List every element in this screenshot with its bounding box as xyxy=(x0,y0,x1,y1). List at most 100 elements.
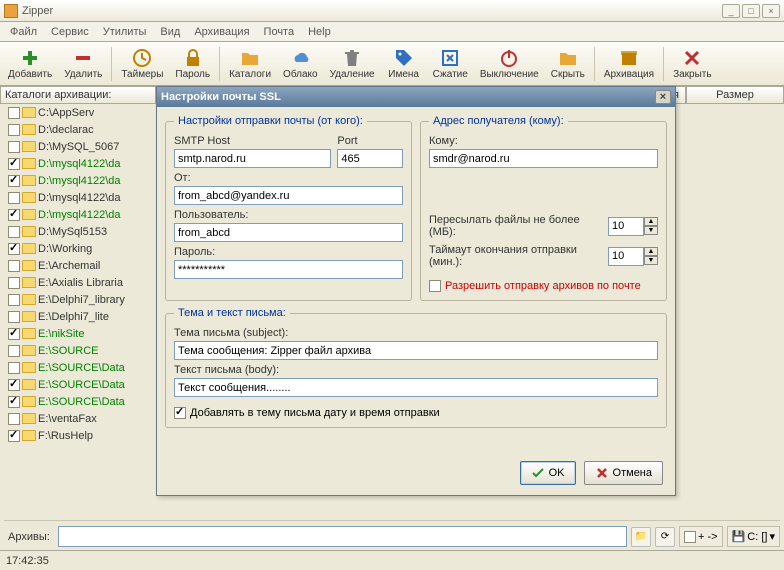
chevron-down-icon: ▾ xyxy=(769,530,775,543)
timeout-input[interactable] xyxy=(608,247,644,266)
folder-row[interactable]: E:\SOURCE\Data xyxy=(8,359,158,376)
ok-button[interactable]: OK xyxy=(520,461,576,485)
net-toggle[interactable]: + -> xyxy=(679,526,723,547)
maxsize-input[interactable] xyxy=(608,217,644,236)
maxsize-down[interactable]: ▼ xyxy=(644,226,658,235)
maxsize-up[interactable]: ▲ xyxy=(644,217,658,226)
browse-icon[interactable]: 📁 xyxy=(631,527,651,547)
folder-checkbox[interactable] xyxy=(8,379,20,391)
folder-checkbox[interactable] xyxy=(8,328,20,340)
folder-row[interactable]: D:\MySQL_5067 xyxy=(8,138,158,155)
folder-icon xyxy=(22,396,36,407)
cancel-icon xyxy=(595,466,609,480)
folder-checkbox[interactable] xyxy=(8,345,20,357)
user-input[interactable] xyxy=(174,223,403,242)
window-close-button[interactable]: × xyxy=(762,4,780,18)
toolbar-close-button[interactable]: Закрыть xyxy=(667,46,718,82)
password-input[interactable] xyxy=(174,260,403,279)
toolbar-archive-button[interactable]: Архивация xyxy=(598,46,660,82)
cancel-button[interactable]: Отмена xyxy=(584,461,663,485)
folder-checkbox[interactable] xyxy=(8,192,20,204)
menu-утилиты[interactable]: Утилиты xyxy=(97,24,153,40)
toolbar-tag-button[interactable]: Имена xyxy=(381,46,427,82)
from-input[interactable] xyxy=(174,186,403,205)
refresh-icon[interactable]: ⟳ xyxy=(655,527,675,547)
folder-checkbox[interactable] xyxy=(8,175,20,187)
toolbar-clock-button[interactable]: Таймеры xyxy=(115,46,169,82)
folder-checkbox[interactable] xyxy=(8,226,20,238)
allow-send-checkbox[interactable] xyxy=(429,280,441,292)
maximize-button[interactable]: □ xyxy=(742,4,760,18)
folder-checkbox[interactable] xyxy=(8,158,20,170)
subject-input[interactable] xyxy=(174,341,658,360)
toolbar-trash-button[interactable]: Удаление xyxy=(324,46,381,82)
toolbar-plus-button[interactable]: Добавить xyxy=(2,46,58,82)
toolbar-folder-button[interactable]: Скрыть xyxy=(545,46,591,82)
folder-row[interactable]: E:\Delphi7_library xyxy=(8,291,158,308)
menu-вид[interactable]: Вид xyxy=(154,24,186,40)
folder-path: D:\mysql4122\da xyxy=(38,175,121,187)
menu-сервис[interactable]: Сервис xyxy=(45,24,95,40)
folder-checkbox[interactable] xyxy=(8,209,20,221)
timeout-down[interactable]: ▼ xyxy=(644,256,658,265)
folder-row[interactable]: C:\AppServ xyxy=(8,104,158,121)
folder-checkbox[interactable] xyxy=(8,430,20,442)
folder-checkbox[interactable] xyxy=(8,107,20,119)
menu-почта[interactable]: Почта xyxy=(258,24,301,40)
menu-файл[interactable]: Файл xyxy=(4,24,43,40)
folder-checkbox[interactable] xyxy=(8,260,20,272)
minimize-button[interactable]: _ xyxy=(722,4,740,18)
toolbar-power-button[interactable]: Выключение xyxy=(474,46,545,82)
folder-path: E:\Delphi7_lite xyxy=(38,311,109,323)
folder-checkbox[interactable] xyxy=(8,362,20,374)
folder-row[interactable]: D:\declarac xyxy=(8,121,158,138)
folder-row[interactable]: E:\Axialis Libraria xyxy=(8,274,158,291)
folder-icon xyxy=(22,226,36,237)
folder-row[interactable]: E:\SOURCE xyxy=(8,342,158,359)
menu-help[interactable]: Help xyxy=(302,24,337,40)
folder-checkbox[interactable] xyxy=(8,124,20,136)
folder-row[interactable]: D:\mysql4122\da xyxy=(8,206,158,223)
folder-checkbox[interactable] xyxy=(8,141,20,153)
folder-row[interactable]: E:\nikSite xyxy=(8,325,158,342)
folder-row[interactable]: E:\SOURCE\Data xyxy=(8,393,158,410)
folder-checkbox[interactable] xyxy=(8,413,20,425)
toolbar-minus-button[interactable]: Удалить xyxy=(58,46,108,82)
body-label: Текст письма (body): xyxy=(174,364,658,376)
folder-icon xyxy=(22,243,36,254)
toolbar-compress-button[interactable]: Сжатие xyxy=(427,46,474,82)
smtp-host-input[interactable] xyxy=(174,149,331,168)
folder-row[interactable]: E:\Archemail xyxy=(8,257,158,274)
folder-checkbox[interactable] xyxy=(8,396,20,408)
folder-checkbox[interactable] xyxy=(8,311,20,323)
folder-row[interactable]: F:\RusHelp xyxy=(8,427,158,444)
folder-icon xyxy=(22,209,36,220)
toolbar-folder-button[interactable]: Каталоги xyxy=(223,46,277,82)
folder-row[interactable]: E:\SOURCE\Data xyxy=(8,376,158,393)
folder-checkbox[interactable] xyxy=(8,243,20,255)
folder-path: E:\Axialis Libraria xyxy=(38,277,123,289)
archives-field[interactable] xyxy=(58,526,627,547)
dialog-close-button[interactable]: × xyxy=(655,90,671,104)
folder-row[interactable]: D:\mysql4122\da xyxy=(8,189,158,206)
toolbar-lock-button[interactable]: Пароль xyxy=(169,46,216,82)
power-icon xyxy=(499,48,519,68)
folder-row[interactable]: D:\MySql5153 xyxy=(8,223,158,240)
body-input[interactable] xyxy=(174,378,658,397)
folder-row[interactable]: D:\Working xyxy=(8,240,158,257)
drive-selector[interactable]: 💾 C: [] ▾ xyxy=(727,526,780,547)
port-input[interactable] xyxy=(337,149,403,168)
menu-архивация[interactable]: Архивация xyxy=(188,24,255,40)
folder-row[interactable]: D:\mysql4122\da xyxy=(8,155,158,172)
toolbar-cloud-button[interactable]: Облако xyxy=(277,46,324,82)
column-catalogs[interactable]: Каталоги архивации: xyxy=(0,86,156,104)
to-input[interactable] xyxy=(429,149,658,168)
folder-checkbox[interactable] xyxy=(8,294,20,306)
timeout-up[interactable]: ▲ xyxy=(644,247,658,256)
folder-checkbox[interactable] xyxy=(8,277,20,289)
folder-row[interactable]: E:\ventaFax xyxy=(8,410,158,427)
add-date-checkbox[interactable] xyxy=(174,407,186,419)
folder-row[interactable]: D:\mysql4122\da xyxy=(8,172,158,189)
column-size[interactable]: Размер xyxy=(686,86,784,104)
folder-row[interactable]: E:\Delphi7_lite xyxy=(8,308,158,325)
